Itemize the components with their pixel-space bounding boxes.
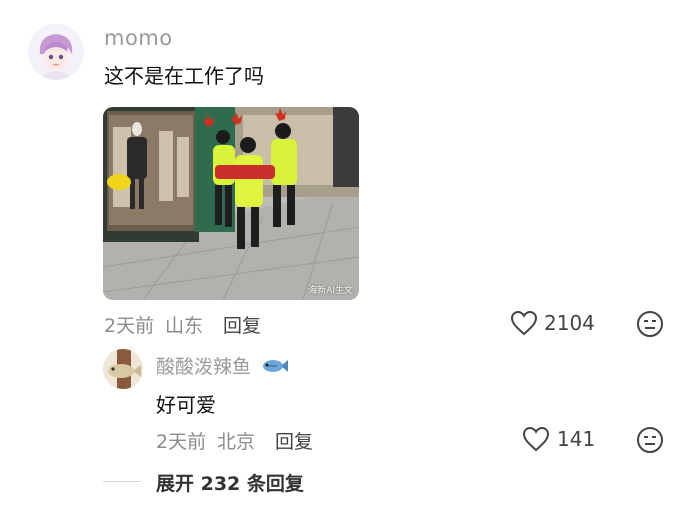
avatar-reply-user[interactable] — [103, 349, 143, 389]
reply-location: 北京 — [217, 431, 256, 453]
reply-button[interactable]: 回复 — [223, 311, 261, 338]
expand-divider — [103, 481, 141, 482]
photo-watermark: 海新AI生文 — [308, 286, 353, 296]
comment-text: 这不是在工作了吗 — [104, 64, 264, 88]
reply-username-text: 酸酸泼辣鱼 — [156, 356, 252, 378]
reply-username[interactable]: 酸酸泼辣鱼 — [156, 352, 289, 379]
heart-outline-icon — [510, 310, 538, 336]
heart-outline-icon — [522, 426, 550, 452]
neutral-face-icon — [637, 427, 663, 453]
comment-username[interactable]: momo — [104, 26, 173, 50]
like-count: 2104 — [544, 311, 595, 335]
reply-time: 2天前 — [156, 431, 207, 453]
reply-text: 好可爱 — [156, 393, 216, 417]
reply-reply-button[interactable]: 回复 — [275, 427, 313, 454]
fish-avatar-icon — [103, 349, 143, 389]
comment-location: 山东 — [165, 315, 204, 337]
fish-emoji-icon — [263, 360, 289, 372]
dislike-button[interactable] — [636, 310, 664, 342]
reply-dislike-button[interactable] — [636, 426, 664, 458]
reply-like-button[interactable] — [522, 426, 550, 456]
neutral-face-icon — [637, 311, 663, 337]
anime-avatar-icon — [28, 24, 84, 80]
avatar-momo[interactable] — [28, 24, 84, 80]
comment-time: 2天前 — [104, 315, 155, 337]
reply-like-count: 141 — [557, 427, 596, 451]
police-street-photo — [103, 107, 359, 300]
comment-photo[interactable]: 海新AI生文 — [103, 107, 359, 300]
like-button[interactable] — [510, 310, 538, 340]
expand-replies-button[interactable]: 展开 232 条回复 — [156, 469, 304, 496]
